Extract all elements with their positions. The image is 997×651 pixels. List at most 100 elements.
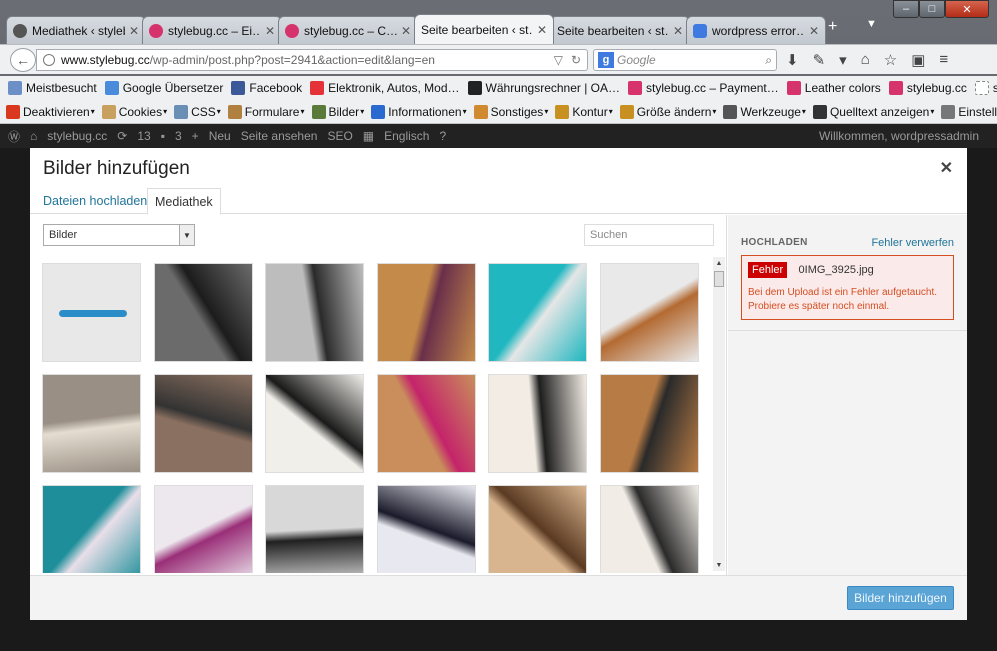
chevron-down-icon[interactable]: ▾ — [839, 51, 847, 69]
bookmark-item[interactable]: stylebug.cc — [888, 81, 967, 95]
tab-1[interactable]: stylebug.cc – Ei… ✕ — [142, 16, 282, 44]
bookmark-item[interactable]: Währungsrechner | OA… — [467, 81, 620, 95]
new-tab-button[interactable]: + — [828, 18, 837, 36]
bookmark-item[interactable]: stylebug admin — [974, 81, 997, 95]
bookmark-label: Facebook — [249, 81, 303, 95]
attachment-thumbnail[interactable] — [377, 485, 476, 573]
attachment-thumbnail[interactable] — [377, 374, 476, 473]
wp-lang-link[interactable]: Englisch — [384, 129, 429, 143]
webdev-menu[interactable]: Cookies ▾ — [101, 104, 167, 119]
webdev-menu[interactable]: Einstellungen▾ — [941, 104, 997, 119]
tab-upload-files[interactable]: Dateien hochladen — [36, 188, 154, 215]
close-tab-icon[interactable]: ✕ — [537, 23, 547, 37]
help-icon[interactable]: ? — [439, 129, 446, 143]
chevron-down-icon[interactable]: ▼ — [179, 225, 194, 245]
close-tab-icon[interactable]: ✕ — [673, 24, 683, 38]
tab-5[interactable]: wordpress error… ✕ — [686, 16, 826, 44]
placeholder-bar — [59, 310, 127, 317]
tab-list-button[interactable]: ▼ — [866, 18, 877, 30]
maximize-button[interactable]: □ — [919, 0, 945, 18]
back-button[interactable]: ← — [10, 48, 36, 72]
attachment-thumbnail[interactable] — [154, 263, 253, 362]
attachment-thumbnail[interactable] — [265, 263, 364, 362]
wp-new-link[interactable]: Neu — [209, 129, 231, 143]
bookmark-item[interactable]: stylebug.cc – Payment… — [628, 81, 779, 95]
attachment-thumbnail[interactable] — [377, 263, 476, 362]
attachment-thumbnail[interactable] — [488, 485, 587, 573]
upload-heading: HOCHLADEN — [741, 237, 808, 248]
tab-3[interactable]: Seite bearbeiten ‹ st… ✕ — [414, 14, 554, 44]
attachment-thumbnail[interactable] — [42, 374, 141, 473]
search-icon[interactable]: ⌕ — [765, 53, 772, 68]
download-icon[interactable]: ⬇ — [786, 51, 799, 69]
bookmark-item[interactable]: Elektronik, Autos, Mod… — [310, 81, 460, 95]
webdev-menu[interactable]: Bilder ▾ — [311, 104, 364, 119]
close-window-button[interactable]: ✕ — [945, 0, 989, 18]
menu-icon[interactable]: ≡ — [939, 51, 948, 69]
wp-site-link[interactable]: stylebug.cc — [47, 129, 107, 143]
scroll-thumb[interactable] — [714, 271, 724, 287]
close-tab-icon[interactable]: ✕ — [401, 24, 411, 38]
bookmark-item[interactable]: Google Übersetzer — [104, 81, 224, 95]
media-type-filter[interactable]: Bilder ▼ — [43, 224, 195, 246]
attachment-thumbnail[interactable] — [154, 374, 253, 473]
wp-view-link[interactable]: Seite ansehen — [241, 129, 318, 143]
wp-welcome[interactable]: Willkommen, wordpressadmin — [819, 129, 979, 143]
attachment-thumbnail[interactable] — [265, 485, 364, 573]
attachment-thumbnail[interactable] — [42, 485, 141, 573]
webdev-menu[interactable]: Quelltext anzeigen ▾ — [812, 104, 935, 119]
tab-4[interactable]: Seite bearbeiten ‹ st… ✕ — [550, 16, 690, 44]
tab-0[interactable]: Mediathek ‹ stylebug.cc ✕ — [6, 16, 146, 44]
attachment-thumbnail[interactable] — [600, 374, 699, 473]
close-tab-icon[interactable]: ✕ — [809, 24, 819, 38]
webdev-menu[interactable]: Größe ändern ▾ — [619, 104, 716, 119]
media-search-input[interactable]: Suchen — [584, 224, 714, 246]
bookmark-label: Google Übersetzer — [122, 81, 224, 95]
attachment-thumbnail[interactable] — [265, 374, 364, 473]
bookmark-item[interactable]: Leather colors — [786, 81, 881, 95]
webdev-menu[interactable]: Formulare ▾ — [227, 104, 305, 119]
wp-updates-count[interactable]: 13 — [137, 129, 150, 143]
url-bar[interactable]: www.stylebug.cc /wp-admin/post.php?post=… — [36, 49, 588, 71]
wordpress-icon — [13, 23, 27, 38]
minimize-button[interactable]: – — [893, 0, 919, 18]
dropdown-icon[interactable]: ▽ — [554, 53, 563, 67]
webdev-menu[interactable]: Informationen ▾ — [371, 104, 467, 119]
scroll-up-icon[interactable]: ▲ — [713, 257, 725, 269]
tab-2[interactable]: stylebug.cc – C… ✕ — [278, 16, 418, 44]
webdev-label: Kontur — [572, 104, 608, 119]
wordpress-logo-icon[interactable]: Ⓦ — [8, 128, 20, 145]
star-icon[interactable]: ☆ — [884, 51, 897, 69]
webdev-label: Bilder — [328, 104, 360, 119]
webdev-menu[interactable]: Werkzeuge ▾ — [723, 104, 806, 119]
search-bar[interactable]: g Google ⌕ — [593, 49, 777, 71]
tab-media-library[interactable]: Mediathek — [147, 188, 221, 215]
attachment-thumbnail[interactable] — [600, 485, 699, 573]
webdev-menu[interactable]: CSS ▾ — [174, 104, 221, 119]
wp-comments-count[interactable]: 3 — [175, 129, 182, 143]
attachment-thumbnail[interactable] — [42, 263, 141, 362]
close-icon[interactable]: ✕ — [940, 158, 953, 178]
dismiss-errors-link[interactable]: Fehler verwerfen — [871, 237, 954, 249]
clipboard-icon[interactable]: ▣ — [911, 51, 925, 69]
attachment-thumbnail[interactable] — [600, 263, 699, 362]
scroll-down-icon[interactable]: ▼ — [713, 559, 725, 571]
wp-seo-link[interactable]: SEO — [327, 129, 352, 143]
attachment-thumbnail[interactable] — [154, 485, 253, 573]
chevron-down-icon: ▾ — [930, 107, 935, 116]
attachment-thumbnail[interactable] — [488, 263, 587, 362]
grid-scrollbar[interactable]: ▲ ▼ — [713, 257, 725, 571]
close-tab-icon[interactable]: ✕ — [265, 24, 275, 38]
add-images-button[interactable]: Bilder hinzufügen — [847, 586, 954, 610]
google-icon[interactable]: g — [598, 52, 614, 68]
home-icon[interactable]: ⌂ — [861, 51, 870, 69]
bookmark-item[interactable]: Meistbesucht — [8, 81, 97, 95]
attachment-thumbnail[interactable] — [488, 374, 587, 473]
bookmark-item[interactable]: Facebook — [231, 81, 302, 95]
addon-icon[interactable]: ✎ — [813, 51, 826, 69]
webdev-menu[interactable]: Deaktivieren ▾ — [6, 104, 95, 119]
reload-icon[interactable]: ↻ — [571, 53, 581, 67]
webdev-menu[interactable]: Kontur ▾ — [555, 104, 613, 119]
close-tab-icon[interactable]: ✕ — [129, 24, 139, 38]
webdev-menu[interactable]: Sonstiges ▾ — [473, 104, 548, 119]
